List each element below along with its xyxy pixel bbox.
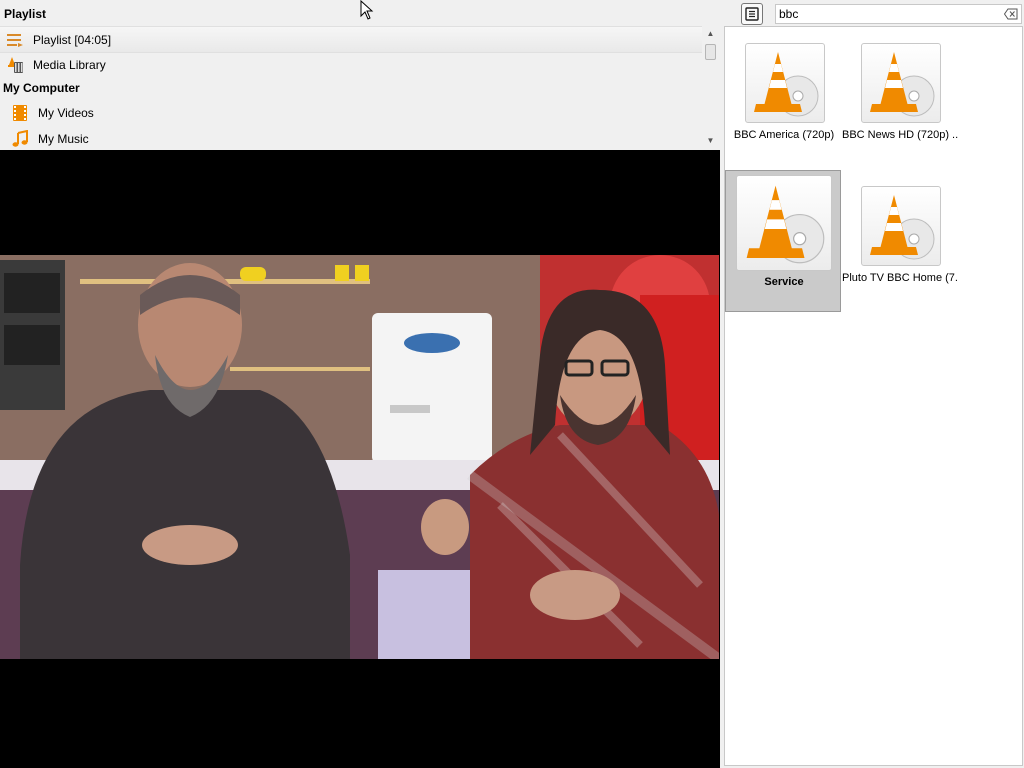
section-title: My Computer [3,81,80,95]
sidebar-item-label: Playlist [04:05] [33,32,112,47]
sidebar-item-my-music[interactable]: My Music [0,126,702,151]
mouse-cursor-icon [360,0,374,20]
vlc-cone-icon [861,186,941,266]
result-tile[interactable]: BBC America (720p) [726,43,842,185]
playlist-scrollbar[interactable]: ▲ ▼ [703,26,718,148]
result-tile[interactable]: Pluto TV BBC Home (7... [842,186,958,328]
video-frame [0,255,719,659]
sidebar-item-media-library[interactable]: Media Library [0,52,702,77]
search-results-grid: BBC America (720p) BBC News HD (720p) ..… [724,26,1023,766]
clear-search-icon[interactable] [1004,8,1018,20]
result-label: BBC America (720p) [733,129,835,141]
sidebar-item-label: My Videos [38,105,94,120]
vlc-cone-icon [736,175,832,271]
vlc-cone-icon [745,43,825,123]
music-note-icon [11,129,29,148]
video-display[interactable] [0,150,720,768]
playlist-panel: Playlist Playlist [04:05] Media Library [0,0,720,150]
film-icon [11,104,29,122]
result-label: BBC News HD (720p) ... [842,129,958,141]
scroll-down-arrow-icon[interactable]: ▼ [703,134,718,148]
search-input[interactable] [775,4,1022,24]
result-label: Pluto TV BBC Home (7... [842,272,958,284]
section-my-computer: My Computer [0,78,702,98]
sidebar-item-playlist[interactable]: Playlist [04:05] [0,26,702,53]
media-library-icon [6,56,24,74]
scroll-thumb[interactable] [705,44,716,60]
scroll-up-arrow-icon[interactable]: ▲ [703,26,718,42]
list-view-toggle-button[interactable] [741,3,763,25]
sidebar-item-label: Media Library [33,57,106,72]
result-tile-selected[interactable]: Service [725,170,841,312]
video-still-image [0,255,719,659]
list-view-icon [745,7,759,21]
sidebar-item-label: My Music [38,131,89,146]
result-tile[interactable]: BBC News HD (720p) ... [842,43,958,185]
result-label: Service [764,276,804,288]
sidebar-item-my-videos[interactable]: My Videos [0,100,702,125]
playlist-header: Playlist [4,7,47,21]
vlc-cone-icon [861,43,941,123]
services-panel: BBC America (720p) BBC News HD (720p) ..… [722,0,1024,768]
playlist-icon [6,31,24,49]
